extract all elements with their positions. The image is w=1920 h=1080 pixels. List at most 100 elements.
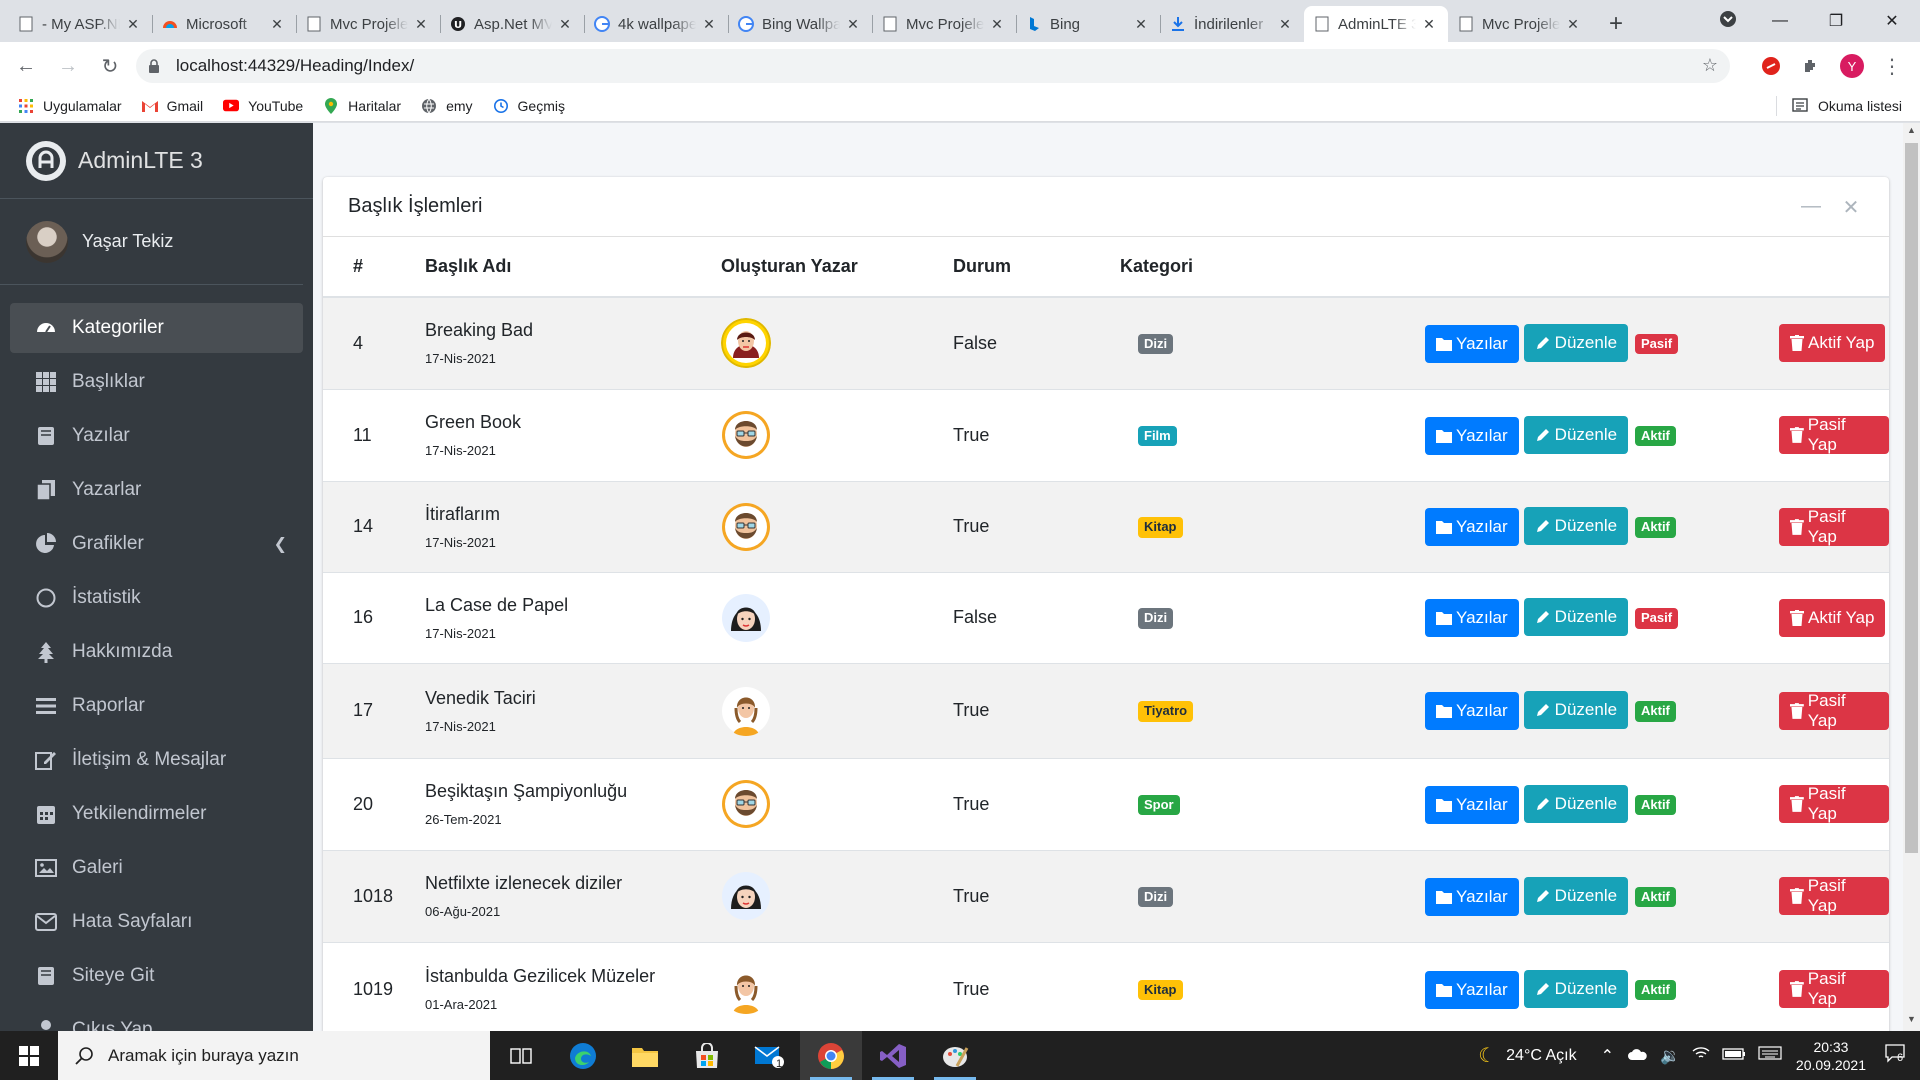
close-tab-icon[interactable]: ✕ bbox=[844, 15, 862, 33]
bookmark-emy[interactable]: emy bbox=[421, 98, 473, 114]
page-scrollbar[interactable]: ▲ ▼ bbox=[1903, 123, 1920, 1031]
edit-button[interactable]: Düzenle bbox=[1523, 507, 1629, 545]
forward-icon[interactable]: → bbox=[50, 48, 86, 84]
close-tab-icon[interactable]: ✕ bbox=[412, 15, 430, 33]
wifi-icon[interactable] bbox=[1692, 1046, 1710, 1065]
browser-tab[interactable]: Bing ✕ bbox=[1016, 6, 1160, 42]
sidebar-item[interactable]: Yetkilendirmeler bbox=[10, 789, 303, 839]
mail-icon[interactable]: 1 bbox=[738, 1031, 800, 1080]
browser-tab[interactable]: Bing Wallpaper✕ bbox=[728, 6, 872, 42]
browser-tab[interactable]: Mvc Projeler ✕ bbox=[1448, 6, 1592, 42]
posts-button[interactable]: Yazılar bbox=[1425, 416, 1519, 455]
moon-weather-icon[interactable]: ☾ bbox=[1478, 1043, 1496, 1068]
sidebar-item[interactable]: Başlıklar bbox=[10, 357, 303, 407]
posts-button[interactable]: Yazılar bbox=[1425, 877, 1519, 916]
chevron-up-icon[interactable]: ⌃ bbox=[1601, 1046, 1614, 1066]
toggle-status-button[interactable]: Aktif Yap bbox=[1779, 324, 1886, 363]
sidebar-item[interactable]: Çıkış Yap bbox=[10, 1005, 303, 1031]
sidebar-item[interactable]: Raporlar bbox=[10, 681, 303, 731]
weather-text[interactable]: 24°C Açık bbox=[1506, 1047, 1576, 1065]
bookmark-apps[interactable]: Uygulamalar bbox=[18, 98, 122, 114]
maximize-icon[interactable]: ❐ bbox=[1808, 11, 1864, 31]
toggle-status-button[interactable]: Pasif Yap bbox=[1779, 415, 1889, 454]
file-explorer-icon[interactable] bbox=[614, 1031, 676, 1080]
back-icon[interactable]: ← bbox=[8, 48, 44, 84]
start-button[interactable] bbox=[0, 1031, 58, 1080]
sidebar-item[interactable]: Grafikler ❮ bbox=[10, 519, 303, 569]
sidebar-item[interactable]: Hakkımızda bbox=[10, 627, 303, 677]
edit-button[interactable]: Düzenle bbox=[1523, 969, 1629, 1008]
close-tab-icon[interactable]: ✕ bbox=[988, 15, 1006, 33]
close-tab-icon[interactable]: ✕ bbox=[1420, 15, 1438, 33]
store-icon[interactable] bbox=[676, 1031, 738, 1080]
notification-icon[interactable]: 6 bbox=[1884, 1043, 1906, 1068]
browser-tab[interactable]: 4k wallpaper ✕ bbox=[584, 6, 728, 42]
bookmark-maps[interactable]: Haritalar bbox=[323, 97, 401, 114]
sidebar-item[interactable]: Siteye Git bbox=[10, 951, 303, 1001]
browser-tab[interactable]: Mvc Projeler ✕ bbox=[296, 6, 440, 42]
toggle-status-button[interactable]: Pasif Yap bbox=[1779, 876, 1889, 915]
toggle-status-button[interactable]: Pasif Yap bbox=[1779, 784, 1889, 823]
close-tab-icon[interactable]: ✕ bbox=[556, 15, 574, 33]
taskbar-search[interactable]: Aramak için buraya yazın bbox=[58, 1031, 490, 1080]
close-tab-icon[interactable]: ✕ bbox=[1132, 15, 1150, 33]
posts-button[interactable]: Yazılar bbox=[1425, 324, 1519, 363]
toggle-status-button[interactable]: Pasif Yap bbox=[1779, 969, 1889, 1009]
sidebar-item[interactable]: Hata Sayfaları bbox=[10, 897, 303, 947]
onedrive-icon[interactable] bbox=[1628, 1047, 1648, 1065]
close-window-icon[interactable]: ✕ bbox=[1864, 11, 1920, 31]
sidebar-item[interactable]: Galeri bbox=[10, 843, 303, 893]
posts-button[interactable]: Yazılar bbox=[1425, 970, 1519, 1009]
browser-tab[interactable]: AdminLTE 3 ✕ bbox=[1304, 6, 1448, 42]
edge-icon[interactable] bbox=[552, 1031, 614, 1080]
edit-button[interactable]: Düzenle bbox=[1523, 691, 1629, 729]
extension-red-icon[interactable] bbox=[1755, 50, 1787, 82]
keyboard-icon[interactable] bbox=[1758, 1046, 1782, 1065]
browser-tab[interactable]: Mvc Projeler ✕ bbox=[872, 6, 1016, 42]
posts-button[interactable]: Yazılar bbox=[1425, 508, 1519, 546]
bookmark-gmail[interactable]: Gmail bbox=[141, 98, 203, 114]
task-view-icon[interactable] bbox=[490, 1031, 552, 1080]
clock[interactable]: 20:33 20.09.2021 bbox=[1796, 1038, 1866, 1074]
paint-icon[interactable] bbox=[924, 1031, 986, 1080]
sidebar-item[interactable]: Kategoriler bbox=[10, 303, 303, 353]
reading-list[interactable]: Okuma listesi bbox=[1775, 90, 1902, 122]
collapse-icon[interactable]: — bbox=[1791, 195, 1831, 220]
battery-icon[interactable] bbox=[1722, 1047, 1746, 1065]
bookmark-star-icon[interactable]: ☆ bbox=[1702, 55, 1718, 76]
posts-button[interactable]: Yazılar bbox=[1425, 692, 1519, 730]
sidebar-item[interactable]: Yazılar bbox=[10, 411, 303, 461]
posts-button[interactable]: Yazılar bbox=[1425, 785, 1519, 824]
profile-avatar[interactable]: Y bbox=[1836, 50, 1868, 82]
browser-tab[interactable]: Microsoft ✕ bbox=[152, 6, 296, 42]
tab-search-icon[interactable] bbox=[1704, 10, 1752, 33]
sidebar-item[interactable]: Yazarlar bbox=[10, 465, 303, 515]
browser-menu-icon[interactable]: ⋮ bbox=[1876, 50, 1908, 82]
reload-icon[interactable]: ↻ bbox=[92, 48, 128, 84]
bookmark-youtube[interactable]: YouTube bbox=[223, 98, 303, 114]
scroll-down-icon[interactable]: ▼ bbox=[1903, 1014, 1920, 1031]
scroll-up-icon[interactable]: ▲ bbox=[1903, 125, 1920, 142]
edit-button[interactable]: Düzenle bbox=[1523, 784, 1629, 823]
close-tab-icon[interactable]: ✕ bbox=[700, 15, 718, 33]
browser-tab[interactable]: İndirilenler ✕ bbox=[1160, 6, 1304, 42]
toggle-status-button[interactable]: Pasif Yap bbox=[1779, 691, 1889, 730]
close-tab-icon[interactable]: ✕ bbox=[268, 15, 286, 33]
brand-link[interactable]: AdminLTE 3 bbox=[0, 123, 313, 199]
visual-studio-icon[interactable] bbox=[862, 1031, 924, 1080]
toggle-status-button[interactable]: Pasif Yap bbox=[1779, 507, 1889, 546]
toggle-status-button[interactable]: Aktif Yap bbox=[1779, 598, 1886, 637]
extensions-puzzle-icon[interactable] bbox=[1795, 50, 1827, 82]
browser-tab[interactable]: - My ASP.NET✕ bbox=[8, 6, 152, 42]
edit-button[interactable]: Düzenle bbox=[1523, 323, 1629, 362]
close-tab-icon[interactable]: ✕ bbox=[1276, 15, 1294, 33]
sidebar-item[interactable]: İstatistik bbox=[10, 573, 303, 623]
sidebar-item[interactable]: İletişim & Mesajlar bbox=[10, 735, 303, 785]
chrome-icon[interactable] bbox=[800, 1031, 862, 1080]
edit-button[interactable]: Düzenle bbox=[1523, 598, 1629, 636]
posts-button[interactable]: Yazılar bbox=[1425, 599, 1519, 637]
user-panel[interactable]: Yaşar Tekiz bbox=[0, 199, 303, 285]
edit-button[interactable]: Düzenle bbox=[1523, 876, 1629, 915]
close-card-icon[interactable]: ✕ bbox=[1831, 195, 1871, 220]
scrollbar-thumb[interactable] bbox=[1905, 143, 1918, 853]
